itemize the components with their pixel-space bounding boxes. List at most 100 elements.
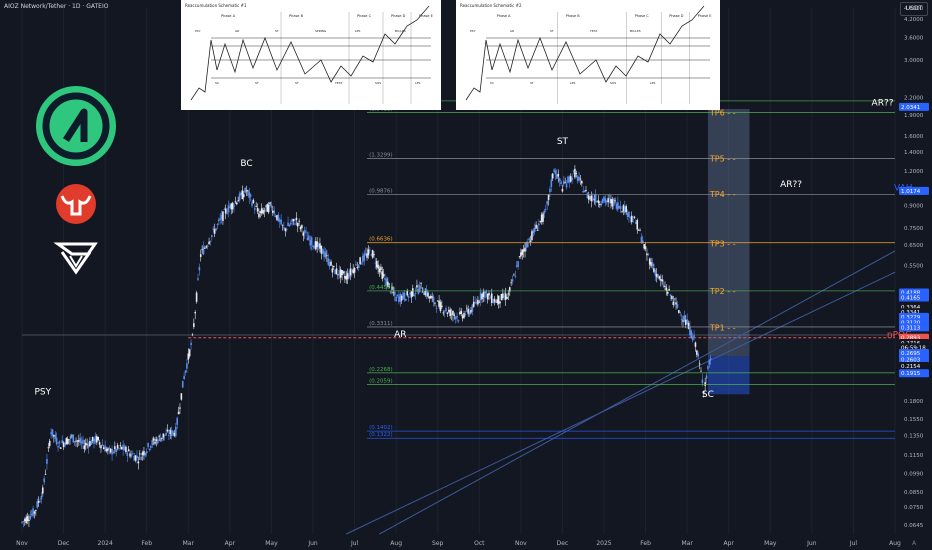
candle-body <box>212 228 215 230</box>
schematic-phase: Phase C <box>357 14 372 18</box>
candle-body <box>395 296 397 302</box>
candle-body <box>226 212 228 214</box>
candle-body <box>337 274 339 276</box>
candle-body <box>134 455 137 461</box>
candle-body <box>78 440 80 442</box>
candle-body <box>120 446 123 450</box>
schematic-label: AR <box>235 29 239 33</box>
candle-body <box>655 273 658 277</box>
candle-body <box>704 382 706 386</box>
schematic-phase: Phase B <box>566 14 581 18</box>
candle-body <box>272 210 274 213</box>
candle-body <box>564 182 566 184</box>
candle-body <box>435 307 438 309</box>
candle-body <box>242 194 245 198</box>
x-tick-label: Apr <box>225 540 236 547</box>
fib-label: (0.9876) <box>369 188 393 194</box>
candle-body <box>546 201 548 205</box>
candle-body <box>199 254 202 257</box>
candle-body <box>596 201 598 202</box>
candle-body <box>477 299 479 305</box>
x-tick-label: Mar <box>183 540 195 547</box>
candle-body <box>355 264 357 266</box>
candle-body <box>443 311 446 313</box>
candle-body <box>604 198 607 203</box>
candle-body <box>319 243 321 249</box>
candle-body <box>83 445 86 450</box>
candle-body <box>708 359 711 365</box>
candle-body <box>538 223 540 226</box>
schematic-label: ST <box>530 81 534 85</box>
candle-body <box>610 199 612 204</box>
candle-body <box>287 222 289 227</box>
candle-body <box>427 292 429 297</box>
currency-button[interactable]: USDT <box>900 2 928 16</box>
candle-body <box>101 444 104 446</box>
candle-body <box>187 353 190 360</box>
schematic-label: BU/LPS <box>630 29 641 33</box>
candle-body <box>474 301 476 303</box>
candle-body <box>90 441 93 445</box>
auto-scale-button[interactable]: A <box>912 540 916 547</box>
candle-body <box>306 237 309 241</box>
x-tick-label: Nov <box>16 540 28 547</box>
chart-canvas[interactable]: (2.1377)(1.9411)(1.3299)(0.9876)(0.6636)… <box>0 0 932 550</box>
candle-body <box>619 206 622 210</box>
candle-body <box>159 438 162 442</box>
candle-body <box>393 291 396 296</box>
candle-body <box>400 295 403 301</box>
candle-body <box>222 211 224 221</box>
candle-body <box>518 256 521 258</box>
candle-body <box>224 208 227 214</box>
candle-body <box>371 250 374 258</box>
candle-body <box>314 241 317 250</box>
candle-body <box>168 434 170 436</box>
y-tick-label: 1.6000 <box>904 134 924 140</box>
candle-body <box>560 181 562 184</box>
candle-body <box>140 457 142 460</box>
candle-body <box>628 211 630 218</box>
candle-body <box>684 319 687 325</box>
schematic-label: ST <box>275 29 279 33</box>
candle-body <box>662 284 665 287</box>
candle-body <box>138 453 141 455</box>
candle-body <box>284 228 287 232</box>
candle-body <box>123 446 126 451</box>
candle-body <box>660 279 662 281</box>
candle-body <box>475 302 478 304</box>
candle-body <box>345 275 348 280</box>
candle-body <box>227 205 230 213</box>
candle-body <box>55 437 58 445</box>
candle-body <box>644 246 647 249</box>
candle-body <box>484 291 486 298</box>
candle-body <box>611 199 614 207</box>
schematic-label: LPS <box>650 81 655 85</box>
candle-body <box>294 223 296 225</box>
candle-body <box>392 291 395 293</box>
schematic-phase: Phase E <box>419 14 433 18</box>
candle-body <box>331 268 334 273</box>
candle-body <box>308 235 310 241</box>
candle-body <box>351 270 353 272</box>
candle-body <box>583 190 586 193</box>
candle-body <box>277 214 280 222</box>
candle-body <box>514 276 517 277</box>
candle-body <box>432 296 435 303</box>
candle-body <box>550 179 553 187</box>
candle-body <box>352 269 354 273</box>
candle-body <box>280 219 282 225</box>
candle-body <box>540 214 543 223</box>
candle-body <box>76 440 79 442</box>
candle-body <box>251 202 253 206</box>
candle-body <box>489 297 492 299</box>
candle-body <box>367 249 370 256</box>
candle-body <box>364 253 367 255</box>
candle-body <box>104 445 106 452</box>
candle-body <box>630 215 633 223</box>
candle-body <box>62 442 65 447</box>
candle-body <box>73 441 76 443</box>
candle-body <box>66 438 69 445</box>
candle-body <box>582 190 585 193</box>
schematic-phase: Phase C <box>635 14 650 18</box>
candle-body <box>551 173 554 179</box>
